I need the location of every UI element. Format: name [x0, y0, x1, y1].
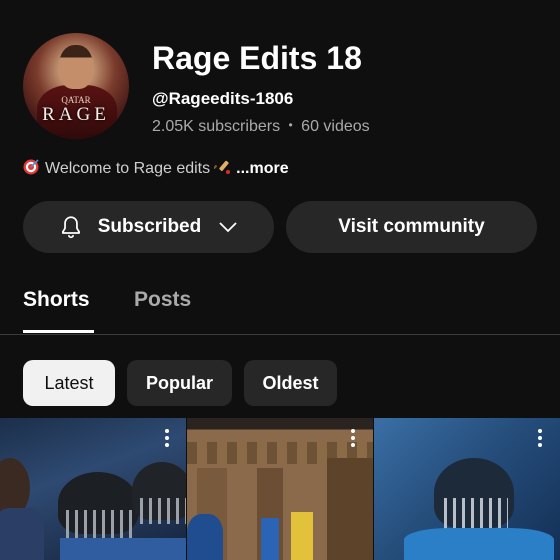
- description-text: Welcome to Rage edits: [45, 160, 211, 177]
- tab-posts[interactable]: Posts: [134, 288, 191, 312]
- jersey-shape: [60, 538, 186, 560]
- jersey-shape: [404, 528, 554, 560]
- person-shape: [261, 518, 279, 560]
- chevron-down-icon: [219, 222, 237, 233]
- helmet-grille: [66, 510, 132, 540]
- subscriber-count: 2.05K subscribers: [152, 118, 281, 135]
- stats-separator: •: [288, 118, 293, 132]
- bell-icon: [61, 216, 80, 239]
- helmet-grille: [444, 498, 508, 532]
- active-tab-indicator: [23, 330, 94, 333]
- filter-chip-latest[interactable]: Latest: [23, 360, 115, 406]
- channel-description[interactable]: Welcome to Rage edits ...more: [23, 159, 289, 178]
- tab-divider: [0, 334, 560, 335]
- short-thumbnail-3[interactable]: [374, 418, 560, 560]
- short-thumbnail-1[interactable]: [0, 418, 186, 560]
- visit-community-label: Visit community: [338, 216, 485, 237]
- target-icon: [23, 159, 39, 175]
- pillar-shape: [327, 458, 373, 560]
- kebab-menu-icon[interactable]: [537, 428, 543, 448]
- video-count: 60 videos: [301, 118, 370, 135]
- filter-chip-oldest[interactable]: Oldest: [244, 360, 337, 406]
- description-more-link[interactable]: ...more: [236, 160, 288, 177]
- person-shape: [291, 512, 313, 560]
- short-thumbnail-2[interactable]: [187, 418, 373, 560]
- subscribed-button[interactable]: Subscribed: [23, 201, 274, 253]
- channel-stats: 2.05K subscribers • 60 videos: [152, 118, 370, 136]
- channel-name: Rage Edits 18: [152, 40, 362, 76]
- filter-chip-popular[interactable]: Popular: [127, 360, 232, 406]
- subscribed-label: Subscribed: [97, 216, 202, 237]
- avatar-face: [59, 45, 93, 89]
- thumbnail-figure: [0, 508, 44, 560]
- channel-avatar[interactable]: QATAR RAGE: [23, 33, 129, 139]
- avatar-brand-text: RAGE: [42, 104, 110, 125]
- person-shape: [187, 514, 223, 560]
- tab-shorts[interactable]: Shorts: [23, 288, 90, 312]
- kebab-menu-icon[interactable]: [350, 428, 356, 448]
- kebab-menu-icon[interactable]: [164, 428, 170, 448]
- cricket-bat-icon: [214, 160, 231, 174]
- helmet-grille: [140, 498, 186, 524]
- channel-handle: @Rageedits-1806: [152, 89, 294, 108]
- visit-community-button[interactable]: Visit community: [286, 201, 537, 253]
